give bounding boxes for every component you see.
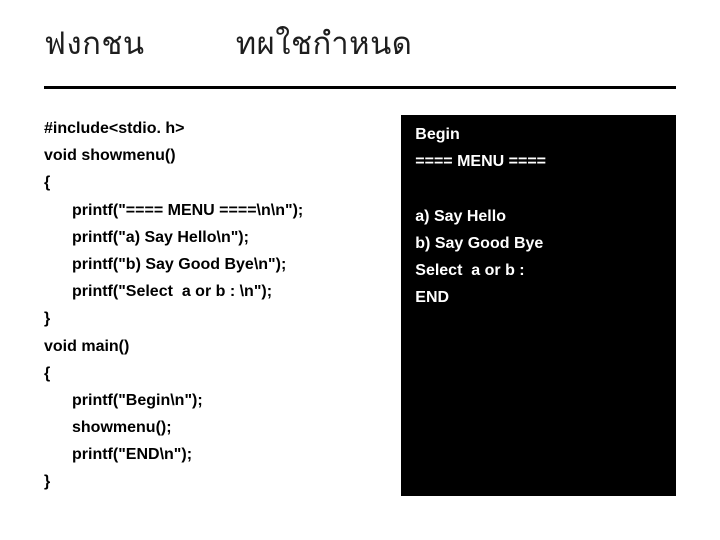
code-column: #include<stdio. h> void showmenu() { pri… (44, 115, 385, 496)
code-line: printf("b) Say Good Bye\n"); (44, 251, 385, 278)
slide-title: ฟงกชน ทผใชกำหนด (44, 18, 676, 68)
title-divider (44, 86, 676, 89)
output-line: Begin (415, 121, 662, 148)
content-row: #include<stdio. h> void showmenu() { pri… (44, 115, 676, 496)
output-panel: Begin ==== MENU ==== a) Say Hello b) Say… (401, 115, 676, 496)
output-blank-line (415, 175, 662, 202)
output-line: ==== MENU ==== (415, 148, 662, 175)
output-line: Select a or b : (415, 257, 662, 284)
code-line: printf("==== MENU ====\n\n"); (44, 197, 385, 224)
code-line: printf("END\n"); (44, 441, 385, 468)
code-line: printf("Select a or b : \n"); (44, 278, 385, 305)
code-line: } (44, 468, 385, 495)
code-line: printf("a) Say Hello\n"); (44, 224, 385, 251)
code-line: { (44, 169, 385, 196)
slide: ฟงกชน ทผใชกำหนด #include<stdio. h> void … (0, 0, 720, 540)
output-line: END (415, 284, 662, 311)
code-line: void showmenu() (44, 142, 385, 169)
code-line: { (44, 360, 385, 387)
code-line: printf("Begin\n"); (44, 387, 385, 414)
code-line: } (44, 305, 385, 332)
title-block: ฟงกชน ทผใชกำหนด (44, 18, 676, 78)
output-line: a) Say Hello (415, 203, 662, 230)
output-line: b) Say Good Bye (415, 230, 662, 257)
code-line: void main() (44, 333, 385, 360)
code-line: showmenu(); (44, 414, 385, 441)
code-line: #include<stdio. h> (44, 115, 385, 142)
